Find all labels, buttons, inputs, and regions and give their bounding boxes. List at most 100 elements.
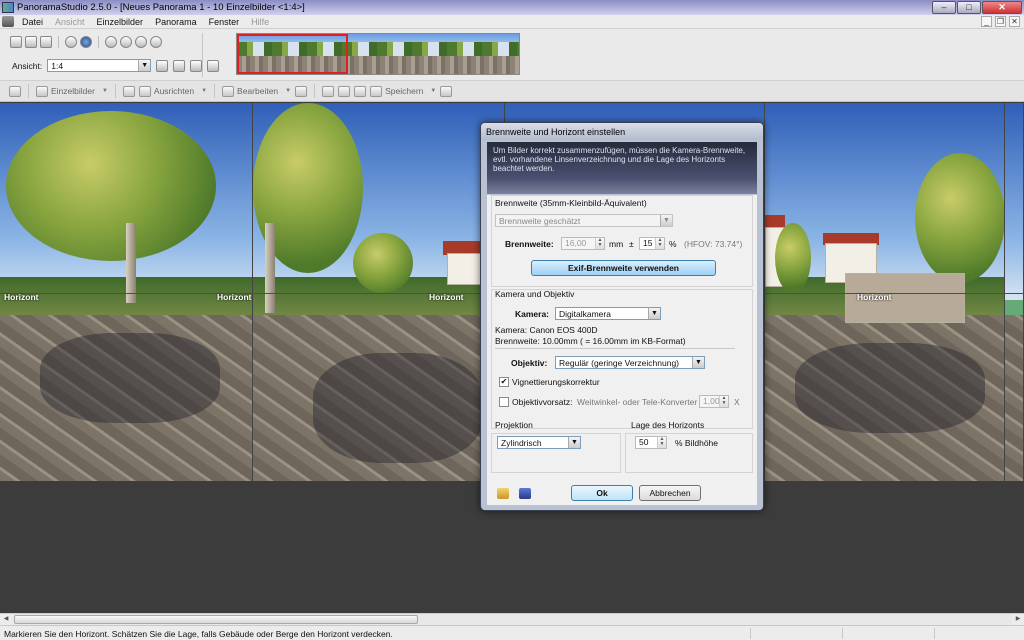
maximize-button[interactable]: □ — [957, 1, 981, 14]
zoom-full-icon[interactable] — [207, 59, 220, 72]
zoom-fit-icon[interactable] — [190, 59, 203, 72]
scroll-right-icon[interactable]: ▶ — [1012, 614, 1024, 625]
mdi-restore-button[interactable]: ❐ — [995, 16, 1006, 27]
chevron-down-icon: ▼ — [138, 60, 151, 71]
info-icon[interactable] — [65, 36, 77, 48]
title-bar: PanoramaStudio 2.5.0 - [Neues Panorama 1… — [0, 0, 1024, 15]
dropdown-arrow-icon[interactable]: ▼ — [285, 88, 291, 94]
new-file-icon[interactable] — [10, 36, 22, 48]
ok-button[interactable]: Ok — [571, 485, 633, 501]
zoom-out-icon[interactable] — [173, 59, 186, 72]
camera-label: Kamera: — [515, 309, 550, 319]
vignette-checkbox[interactable]: ✔ — [499, 377, 509, 387]
camera-select[interactable]: Digitalkamera ▼ — [555, 307, 661, 320]
projection-select[interactable]: Zylindrisch ▼ — [497, 436, 581, 449]
adapter-label: Objektivvorsatz: — [512, 397, 573, 407]
document-system-icon[interactable] — [2, 16, 14, 27]
open-folder-icon[interactable] — [497, 488, 509, 499]
menu-ansicht[interactable]: Ansicht — [49, 17, 91, 27]
crop-button[interactable] — [295, 85, 308, 97]
cancel-button[interactable]: Abbrechen — [639, 485, 701, 501]
save-disk-icon[interactable] — [40, 36, 52, 48]
menu-hilfe[interactable]: Hilfe — [245, 17, 275, 27]
horizontal-scrollbar[interactable]: ◀ ▶ — [0, 613, 1024, 625]
print-button[interactable] — [338, 85, 351, 97]
bearbeiten-label: Bearbeiten — [237, 86, 279, 96]
close-button[interactable]: ✕ — [982, 1, 1022, 14]
horizon-group-label: Lage des Horizonts — [631, 420, 705, 430]
adapter-factor-stepper[interactable]: 1,00 ▲ ▼ — [699, 395, 729, 408]
toolbar-separator — [114, 84, 116, 98]
focal-mode-value: Brennweite geschätzt — [499, 215, 581, 226]
adapter-description: Weitwinkel- oder Tele-Konverter — [577, 397, 698, 407]
minimize-button[interactable]: – — [932, 1, 956, 14]
tree-trunk — [265, 223, 275, 313]
rotate-ccw-icon[interactable] — [150, 36, 162, 48]
focal-length-stepper[interactable]: 16,00 ▲ ▼ — [561, 237, 605, 250]
menu-bar: Datei Ansicht Einzelbilder Panorama Fens… — [0, 15, 1024, 29]
stitch-icon — [122, 85, 135, 97]
images-icon — [36, 85, 48, 97]
tree-crown — [6, 111, 216, 261]
zoom-select[interactable]: 1:4 ▼ — [47, 59, 152, 72]
stitch-button[interactable] — [122, 85, 135, 97]
adapter-checkbox[interactable] — [499, 397, 509, 407]
print-icon — [338, 85, 351, 97]
einzelbilder-button[interactable]: Einzelbilder ▼ — [36, 85, 108, 97]
spin-arrows-icon[interactable]: ▲ ▼ — [719, 396, 728, 407]
source-image-5[interactable] — [1005, 103, 1024, 481]
tree-trunk — [126, 223, 136, 303]
chevron-down-icon: ▼ — [568, 437, 580, 448]
panorama-thumbnail-strip[interactable] — [236, 33, 520, 75]
edit-icon — [222, 85, 235, 97]
projection-value: Zylindrisch — [501, 437, 542, 448]
horizon-label: Horizont — [429, 292, 464, 302]
spin-arrows-icon[interactable]: ▲ ▼ — [657, 437, 666, 448]
rotate-right-icon[interactable] — [120, 36, 132, 48]
status-bar: Markieren Sie den Horizont. Schätzen Sie… — [0, 625, 1024, 640]
rotate-left-icon[interactable] — [105, 36, 117, 48]
dropdown-arrow-icon[interactable]: ▼ — [430, 88, 436, 94]
camera-focal-info-text: Brennweite: 10.00mm ( = 16.00mm im KB-Fo… — [495, 336, 686, 346]
thumbnail-selection-frame[interactable] — [237, 34, 348, 74]
scroll-left-icon[interactable]: ◀ — [0, 614, 12, 625]
adapter-factor-value: 1,00 — [703, 396, 720, 406]
menu-einzelbilder[interactable]: Einzelbilder — [91, 17, 150, 27]
mdi-close-button[interactable]: ✕ — [1009, 16, 1020, 27]
menu-fenster[interactable]: Fenster — [203, 17, 246, 27]
exif-focal-button[interactable]: Exif-Brennweite verwenden — [531, 260, 716, 276]
export-button[interactable] — [440, 85, 453, 97]
menu-panorama[interactable]: Panorama — [149, 17, 203, 27]
mdi-minimize-button[interactable]: _ — [981, 16, 992, 27]
help-icon[interactable] — [80, 36, 92, 48]
open-folder-icon[interactable] — [25, 36, 37, 48]
save-disk-icon[interactable] — [519, 488, 531, 499]
crop-icon — [295, 85, 308, 97]
rotate-cw-icon[interactable] — [135, 36, 147, 48]
zoom-select-value: 1:4 — [51, 60, 64, 71]
lens-select[interactable]: Regulär (geringe Verzeichnung) ▼ — [555, 356, 705, 369]
dropdown-arrow-icon[interactable]: ▼ — [102, 88, 108, 94]
focal-mode-select[interactable]: Brennweite geschätzt ▼ — [495, 214, 673, 227]
focal-horizon-dialog: Brennweite und Horizont einstellen Um Bi… — [480, 122, 764, 511]
bearbeiten-button[interactable]: Bearbeiten ▼ — [222, 85, 291, 97]
source-image-2[interactable] — [253, 103, 505, 481]
menu-datei[interactable]: Datei — [16, 17, 49, 27]
horizon-position-stepper[interactable]: 50 ▲ ▼ — [635, 436, 667, 449]
dialog-title: Brennweite und Horizont einstellen — [481, 123, 763, 140]
tolerance-stepper[interactable]: 15 ▲ ▼ — [639, 237, 665, 250]
dropdown-arrow-icon[interactable]: ▼ — [201, 88, 207, 94]
horizon-label: Horizont — [4, 292, 39, 302]
horizon-label: Horizont — [217, 292, 252, 302]
ansicht-label: Ansicht: — [12, 60, 43, 71]
copy-button[interactable] — [322, 85, 335, 97]
ausrichten-button[interactable]: Ausrichten ▼ — [138, 85, 207, 97]
open-image-button[interactable] — [9, 85, 21, 97]
spin-arrows-icon[interactable]: ▲ ▼ — [595, 238, 604, 249]
camera-value: Digitalkamera — [559, 308, 611, 319]
speichern-button[interactable]: Speichern ▼ — [370, 85, 436, 97]
spin-arrows-icon[interactable]: ▲ ▼ — [655, 238, 664, 249]
scrollbar-thumb[interactable] — [14, 615, 418, 624]
refresh-button[interactable] — [354, 85, 367, 97]
zoom-in-icon[interactable] — [156, 59, 169, 72]
